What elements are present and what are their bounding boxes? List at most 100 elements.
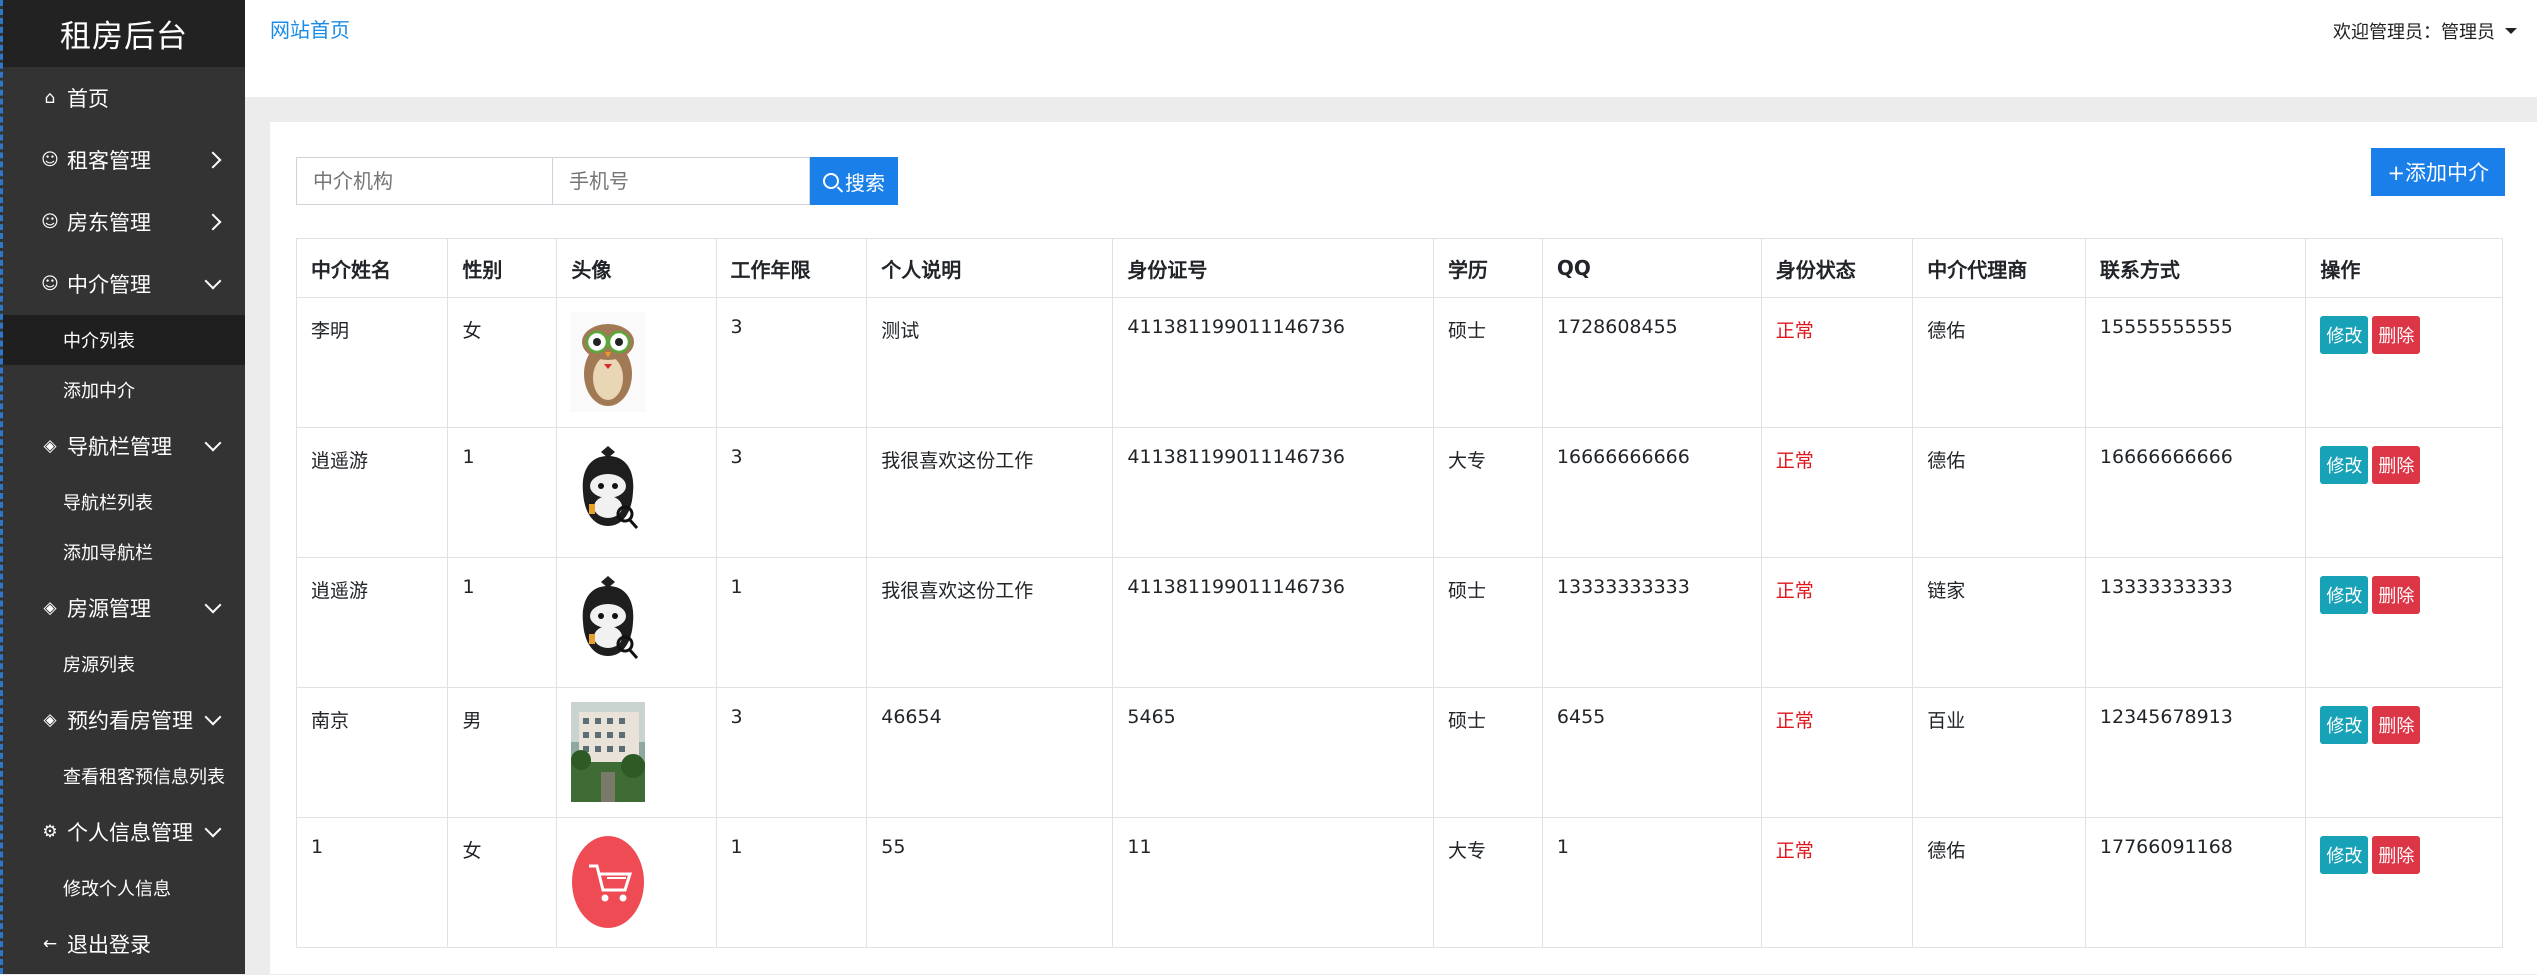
gear-icon: ⚙ — [42, 822, 58, 842]
cell-agent: 百业 — [1912, 687, 2086, 818]
actions-cell: 修改 删除 — [2305, 817, 2503, 948]
sidebar-item-6[interactable]: ◈ 预约看房管理 — [3, 689, 245, 751]
edit-button[interactable]: 修改 — [2320, 446, 2369, 484]
cell-years: 1 — [715, 817, 868, 948]
cell-name: 逍遥游 — [295, 557, 449, 688]
cell-name: 南京 — [295, 687, 449, 818]
cell-phone: 12345678913 — [2084, 687, 2307, 818]
sidebar-subitem[interactable]: 中介列表 — [3, 315, 245, 365]
sidebar-item-2[interactable]: ☺ 房东管理 — [3, 191, 245, 253]
site-home-link[interactable]: 网站首页 — [270, 14, 350, 43]
edit-button[interactable]: 修改 — [2320, 576, 2369, 614]
sidebar-subitem[interactable]: 添加导航栏 — [3, 527, 245, 577]
user-circle-icon: ☺ — [41, 274, 59, 294]
table-row: 1 女 1 55 11 大专 1 正常 德佑 17766091168 修改 删除 — [295, 817, 2503, 948]
avatar-cell — [556, 557, 717, 688]
sidebar-subitem[interactable]: 添加中介 — [3, 365, 245, 415]
sidebar-item-3[interactable]: ☺ 中介管理 — [3, 253, 245, 315]
delete-button[interactable]: 删除 — [2372, 706, 2421, 744]
sidebar-item-label: 房东管理 — [67, 211, 151, 235]
cell-phone: 13333333333 — [2084, 557, 2307, 688]
cell-qq: 6455 — [1541, 687, 1762, 818]
chevron-right-icon — [204, 151, 222, 169]
agency-search-input[interactable] — [296, 157, 553, 205]
sidebar-subitem[interactable]: 修改个人信息 — [3, 863, 245, 913]
search-icon — [823, 173, 839, 189]
edit-button[interactable]: 修改 — [2320, 706, 2369, 744]
cell-phone: 16666666666 — [2084, 427, 2307, 558]
sidebar-item-7[interactable]: ⚙ 个人信息管理 — [3, 801, 245, 863]
cell-id_no: 5465 — [1112, 687, 1434, 818]
sidebar: 租房后台 ⌂ 首页 ☺ 租客管理 ☺ 房东管理 ☺ 中介管理 中介列表 添加中介 ◈ 导航栏管理 导航栏… — [0, 0, 245, 974]
sidebar-item-1[interactable]: ☺ 租客管理 — [3, 129, 245, 191]
sidebar-item-0[interactable]: ⌂ 首页 — [3, 67, 245, 129]
cell-qq: 13333333333 — [1541, 557, 1762, 688]
cell-agent: 德佑 — [1912, 427, 2086, 558]
sidebar-subitem[interactable]: 房源列表 — [3, 639, 245, 689]
search-form: 搜索 — [296, 157, 898, 205]
cell-status: 正常 — [1760, 297, 1914, 428]
top-bar: 网站首页 欢迎管理员：管理员 — [245, 0, 2537, 97]
cell-gender: 男 — [447, 687, 558, 818]
sidebar-item-label: 房源管理 — [67, 597, 151, 621]
avatar — [571, 702, 701, 802]
avatar — [571, 572, 701, 672]
table-row: 逍遥游 1 3 我很喜欢这份工作 411381199011146736 大专 1666666… — [295, 427, 2503, 558]
sidebar-item-label: 预约看房管理 — [67, 709, 193, 733]
cell-years: 3 — [715, 297, 868, 428]
cell-years: 3 — [715, 687, 868, 818]
cell-desc: 46654 — [866, 687, 1114, 818]
column-header: 中介姓名 — [295, 238, 449, 298]
sidebar-subitem[interactable]: 导航栏列表 — [3, 477, 245, 527]
delete-button[interactable]: 删除 — [2372, 446, 2421, 484]
cell-edu: 硕士 — [1432, 687, 1543, 818]
layers-icon: ◈ — [43, 710, 57, 730]
sidebar-item-label: 租客管理 — [67, 149, 151, 173]
column-header: 头像 — [556, 238, 717, 298]
cell-desc: 测试 — [866, 297, 1114, 428]
user-circle-icon: ☺ — [41, 212, 59, 232]
chevron-down-icon — [204, 820, 222, 838]
sidebar-nav: ⌂ 首页 ☺ 租客管理 ☺ 房东管理 ☺ 中介管理 中介列表 添加中介 ◈ 导航栏管理 导航栏列表 添加导… — [3, 67, 245, 975]
cell-status: 正常 — [1760, 687, 1914, 818]
column-header: 操作 — [2305, 238, 2503, 298]
cell-desc: 我很喜欢这份工作 — [866, 557, 1114, 688]
content-panel: 搜索 +添加中介 中介姓名性别头像工作年限个人说明身份证号学历QQ身份状态中介代… — [270, 122, 2537, 974]
app-title: 租房后台 — [3, 0, 245, 67]
sidebar-item-8[interactable]: ← 退出登录 — [3, 913, 245, 975]
sidebar-item-label: 退出登录 — [67, 933, 151, 957]
cell-name: 李明 — [295, 297, 449, 428]
user-menu[interactable]: 欢迎管理员：管理员 — [2333, 18, 2517, 44]
add-agent-button[interactable]: +添加中介 — [2371, 148, 2505, 196]
sidebar-subitem[interactable]: 查看租客预信息列表 — [3, 751, 245, 801]
sidebar-item-5[interactable]: ◈ 房源管理 — [3, 577, 245, 639]
sidebar-item-4[interactable]: ◈ 导航栏管理 — [3, 415, 245, 477]
chevron-right-icon — [204, 213, 222, 231]
edit-button[interactable]: 修改 — [2320, 316, 2369, 354]
cell-edu: 硕士 — [1432, 557, 1543, 688]
avatar-cell — [556, 817, 717, 948]
column-header: 身份状态 — [1760, 238, 1914, 298]
delete-button[interactable]: 删除 — [2372, 836, 2421, 874]
table-row: 李明女 3 测试 411381199011146736 硕士 1728608455 正常 德佑… — [295, 297, 2503, 428]
user-menu-label: 欢迎管理员：管理员 — [2333, 22, 2495, 43]
avatar-cell — [556, 427, 717, 558]
delete-button[interactable]: 删除 — [2372, 576, 2421, 614]
chevron-down-icon — [204, 434, 222, 452]
table-header-row: 中介姓名 性别 头像 工作年限 个人说明 身份证号 学历 QQ 身份状态 中介代理商 联系方式 操作 — [295, 238, 2503, 298]
cell-status: 正常 — [1760, 557, 1914, 688]
chevron-down-icon — [204, 596, 222, 614]
column-header: 身份证号 — [1112, 238, 1434, 298]
layers-icon: ◈ — [43, 598, 57, 618]
caret-down-icon — [2505, 28, 2517, 34]
arrow-left-icon: ← — [42, 934, 58, 954]
search-button[interactable]: 搜索 — [810, 157, 898, 205]
column-header: 学历 — [1432, 238, 1543, 298]
phone-search-input[interactable] — [553, 157, 810, 205]
cell-id_no: 411381199011146736 — [1112, 297, 1434, 428]
cell-edu: 大专 — [1432, 427, 1543, 558]
sidebar-item-label: 个人信息管理 — [67, 821, 193, 845]
edit-button[interactable]: 修改 — [2320, 836, 2369, 874]
delete-button[interactable]: 删除 — [2372, 316, 2421, 354]
chevron-down-icon — [204, 708, 222, 726]
